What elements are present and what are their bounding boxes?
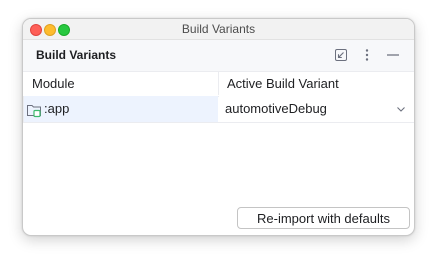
android-module-folder-icon (27, 105, 41, 118)
variant-value: automotiveDebug (225, 101, 327, 116)
collapse-icon[interactable] (333, 47, 349, 63)
column-header-active-build-variant[interactable]: Active Build Variant (227, 76, 339, 91)
build-variants-table: Module Active Build Variant :app automot… (23, 71, 414, 123)
more-vertical-icon[interactable] (359, 47, 375, 63)
table-row[interactable]: :app automotiveDebug (23, 96, 414, 123)
panel-header: Build Variants (23, 40, 414, 71)
window-titlebar: Build Variants (23, 19, 414, 40)
column-divider-row (23, 96, 24, 123)
module-cell[interactable]: :app (23, 96, 218, 122)
column-divider[interactable] (218, 71, 219, 95)
build-variants-window: Build Variants Build Variants Module Act… (22, 18, 415, 236)
hide-icon[interactable] (385, 47, 401, 63)
module-name: :app (44, 101, 70, 116)
variant-dropdown[interactable]: automotiveDebug (219, 96, 414, 122)
window-title: Build Variants (181, 22, 256, 36)
column-header-module[interactable]: Module (32, 76, 75, 91)
panel-title: Build Variants (36, 48, 117, 62)
reimport-with-defaults-button[interactable]: Re-import with defaults (237, 207, 410, 229)
chevron-down-icon[interactable] (396, 104, 406, 114)
